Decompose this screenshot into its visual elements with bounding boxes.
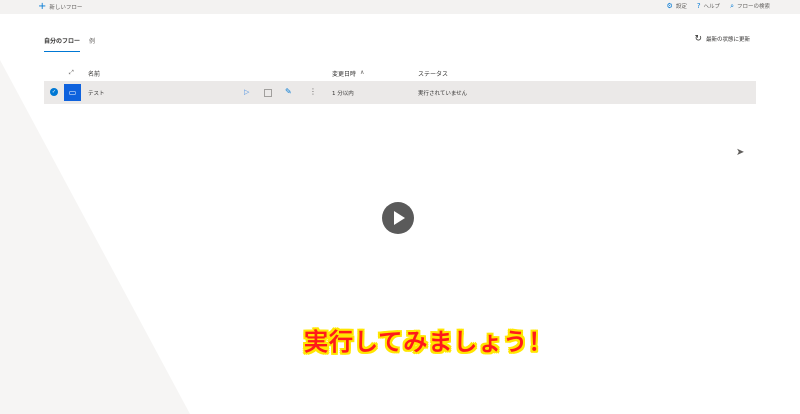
desktop-flow-icon: ▭ bbox=[64, 84, 81, 101]
gear-icon: ⚙ bbox=[666, 2, 673, 10]
mouse-cursor-icon: ➤ bbox=[736, 147, 745, 158]
table-row[interactable]: ✓ ▭ テスト ▷ ✎ ⋮ 1 分以内 実行されていません bbox=[44, 81, 756, 104]
column-header-modified[interactable]: 変更日時 bbox=[332, 69, 356, 78]
settings-label: 設定 bbox=[675, 4, 687, 10]
plus-icon: + bbox=[38, 1, 47, 12]
settings-button[interactable]: ⚙ 設定 bbox=[667, 2, 687, 10]
new-flow-button[interactable]: + 新しいフロー bbox=[38, 1, 83, 12]
question-icon: ? bbox=[696, 2, 701, 10]
refresh-button[interactable]: ↻ 最新の状態に更新 bbox=[694, 34, 750, 44]
new-flow-label: 新しいフロー bbox=[49, 4, 83, 11]
expand-icon: ⤢ bbox=[69, 69, 74, 76]
video-caption: 実行してみましょう！ bbox=[304, 328, 554, 356]
table-header: ⤢ 名前 変更日時 ∧ ステータス bbox=[44, 66, 756, 80]
refresh-label: 最新の状態に更新 bbox=[705, 37, 750, 43]
stop-icon[interactable] bbox=[264, 89, 272, 97]
search-icon: ⌕ bbox=[730, 2, 734, 10]
more-vertical-icon[interactable]: ⋮ bbox=[309, 87, 317, 96]
help-label: ヘルプ bbox=[703, 4, 721, 10]
flow-modified: 1 分以内 bbox=[332, 91, 354, 97]
play-icon[interactable]: ▷ bbox=[244, 88, 249, 96]
play-triangle bbox=[394, 211, 405, 225]
background-shape bbox=[0, 60, 190, 414]
pencil-icon[interactable]: ✎ bbox=[285, 87, 292, 96]
help-button[interactable]: ? ヘルプ bbox=[697, 2, 720, 10]
column-header-status[interactable]: ステータス bbox=[418, 69, 448, 78]
sort-ascending-icon[interactable]: ∧ bbox=[360, 69, 364, 76]
tab-my-flows[interactable]: 自分のフロー bbox=[44, 36, 81, 52]
flow-tabs: 自分のフロー 例 bbox=[44, 36, 95, 52]
flow-status: 実行されていません bbox=[418, 91, 468, 97]
column-header-name[interactable]: 名前 bbox=[88, 69, 100, 78]
flow-name[interactable]: テスト bbox=[88, 89, 105, 97]
command-bar: + 新しいフロー ⚙ 設定 ? ヘルプ ⌕ フローの検索 bbox=[0, 0, 800, 14]
refresh-icon: ↻ bbox=[694, 34, 702, 44]
play-circle-icon[interactable] bbox=[382, 202, 414, 234]
search-label: フローの検索 bbox=[736, 4, 770, 10]
row-select-checkbox[interactable]: ✓ bbox=[50, 88, 58, 96]
tab-examples[interactable]: 例 bbox=[89, 36, 95, 52]
search-button[interactable]: ⌕ フローの検索 bbox=[730, 2, 770, 10]
